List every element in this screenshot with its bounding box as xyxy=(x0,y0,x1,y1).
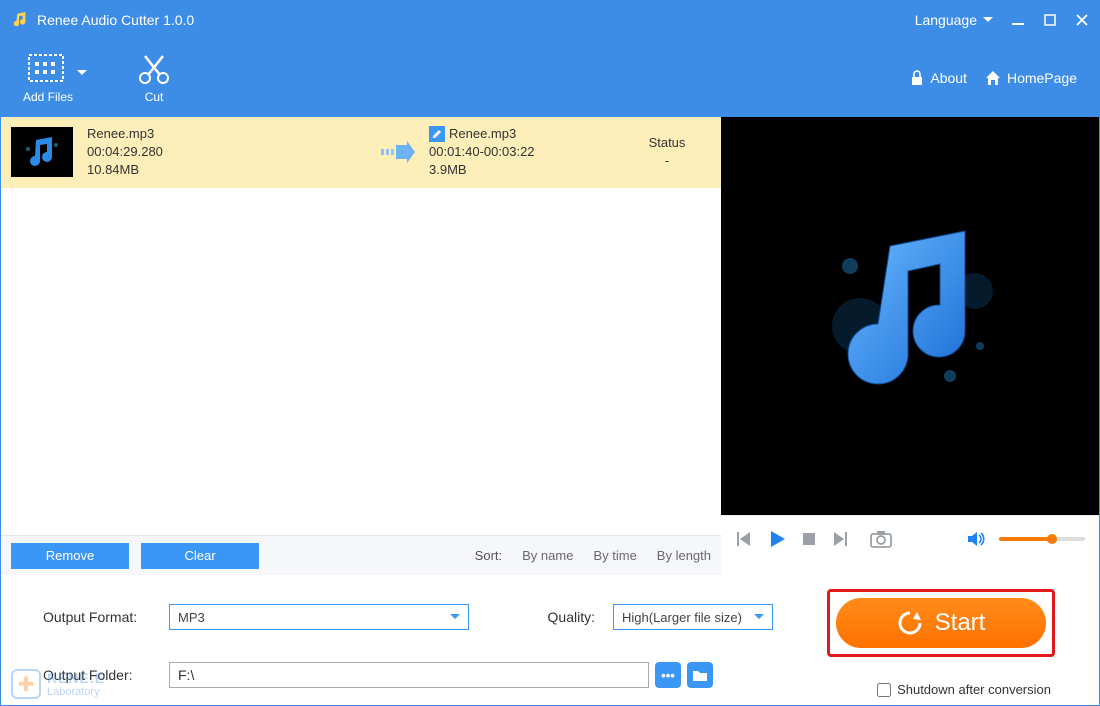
output-format-value: MP3 xyxy=(178,610,205,625)
chevron-down-icon xyxy=(77,70,87,76)
about-label: About xyxy=(930,70,967,86)
src-duration: 00:04:29.280 xyxy=(87,143,367,161)
output-format-label: Output Format: xyxy=(43,609,151,625)
minimize-button[interactable] xyxy=(1011,13,1025,27)
arrow-icon xyxy=(381,141,415,163)
play-button[interactable] xyxy=(767,529,787,549)
cut-label: Cut xyxy=(145,90,164,104)
dst-size: 3.9MB xyxy=(429,161,609,179)
scissors-icon xyxy=(133,52,175,86)
file-list-empty xyxy=(1,188,721,535)
src-filename: Renee.mp3 xyxy=(87,125,367,143)
chevron-down-icon xyxy=(983,17,993,23)
homepage-link[interactable]: HomePage xyxy=(985,70,1077,86)
add-files-label: Add Files xyxy=(23,90,73,104)
language-label: Language xyxy=(915,12,977,28)
prev-button[interactable] xyxy=(735,530,753,548)
media-controls xyxy=(721,515,1099,561)
about-link[interactable]: About xyxy=(910,70,967,86)
music-note-icon xyxy=(800,206,1020,426)
file-row[interactable]: Renee.mp3 00:04:29.280 10.84MB Renee.mp3… xyxy=(1,117,721,188)
quality-select[interactable]: High(Larger file size) xyxy=(613,604,773,630)
shutdown-label: Shutdown after conversion xyxy=(897,682,1051,697)
volume-slider[interactable] xyxy=(999,537,1085,541)
cut-button[interactable]: Cut xyxy=(133,52,175,104)
edit-icon[interactable] xyxy=(429,126,445,142)
sort-by-name[interactable]: By name xyxy=(522,548,573,563)
sort-by-time[interactable]: By time xyxy=(593,548,636,563)
action-bar: Remove Clear Sort: By name By time By le… xyxy=(1,535,721,575)
folder-icon xyxy=(692,668,708,682)
close-button[interactable] xyxy=(1075,13,1089,27)
sort-by-length[interactable]: By length xyxy=(657,548,711,563)
title-bar: Renee Audio Cutter 1.0.0 Language xyxy=(1,1,1099,39)
quality-value: High(Larger file size) xyxy=(622,610,742,625)
watermark: ✚ RENE.E Laboratory xyxy=(11,669,105,699)
start-button[interactable]: Start xyxy=(836,598,1046,648)
sort-label: Sort: xyxy=(475,548,502,563)
dst-range: 00:01:40-00:03:22 xyxy=(429,143,609,161)
dst-filename: Renee.mp3 xyxy=(449,125,516,143)
output-format-select[interactable]: MP3 xyxy=(169,604,469,630)
clear-button[interactable]: Clear xyxy=(141,543,259,569)
file-thumbnail xyxy=(11,127,73,177)
start-highlight: Start xyxy=(827,589,1055,657)
open-folder-button[interactable] xyxy=(687,662,713,688)
stop-button[interactable] xyxy=(801,531,817,547)
quality-label: Quality: xyxy=(487,609,595,625)
volume-icon[interactable] xyxy=(967,531,985,547)
chevron-down-icon xyxy=(754,614,764,620)
next-button[interactable] xyxy=(831,530,849,548)
add-files-icon xyxy=(27,52,69,86)
refresh-icon xyxy=(897,610,923,636)
start-label: Start xyxy=(935,609,986,637)
language-selector[interactable]: Language xyxy=(915,12,993,28)
app-title: Renee Audio Cutter 1.0.0 xyxy=(37,12,194,28)
maximize-button[interactable] xyxy=(1043,13,1057,27)
watermark-icon: ✚ xyxy=(11,669,41,699)
homepage-label: HomePage xyxy=(1007,70,1077,86)
status-header: Status xyxy=(623,134,711,152)
output-folder-input[interactable]: F:\ xyxy=(169,662,649,688)
app-logo-icon xyxy=(11,11,29,29)
preview-panel xyxy=(721,117,1099,515)
home-icon xyxy=(985,70,1001,86)
shutdown-checkbox[interactable] xyxy=(877,683,891,697)
status-value: - xyxy=(623,152,711,170)
chevron-down-icon xyxy=(450,614,460,620)
snapshot-button[interactable] xyxy=(869,530,893,548)
main-toolbar: Add Files Cut About HomePage xyxy=(1,39,1099,117)
lock-icon xyxy=(910,70,924,86)
add-files-button[interactable]: Add Files xyxy=(23,52,73,104)
remove-button[interactable]: Remove xyxy=(11,543,129,569)
src-size: 10.84MB xyxy=(87,161,367,179)
browse-button[interactable]: ••• xyxy=(655,662,681,688)
output-panel: Output Format: MP3 Quality: High(Larger … xyxy=(1,575,1099,705)
